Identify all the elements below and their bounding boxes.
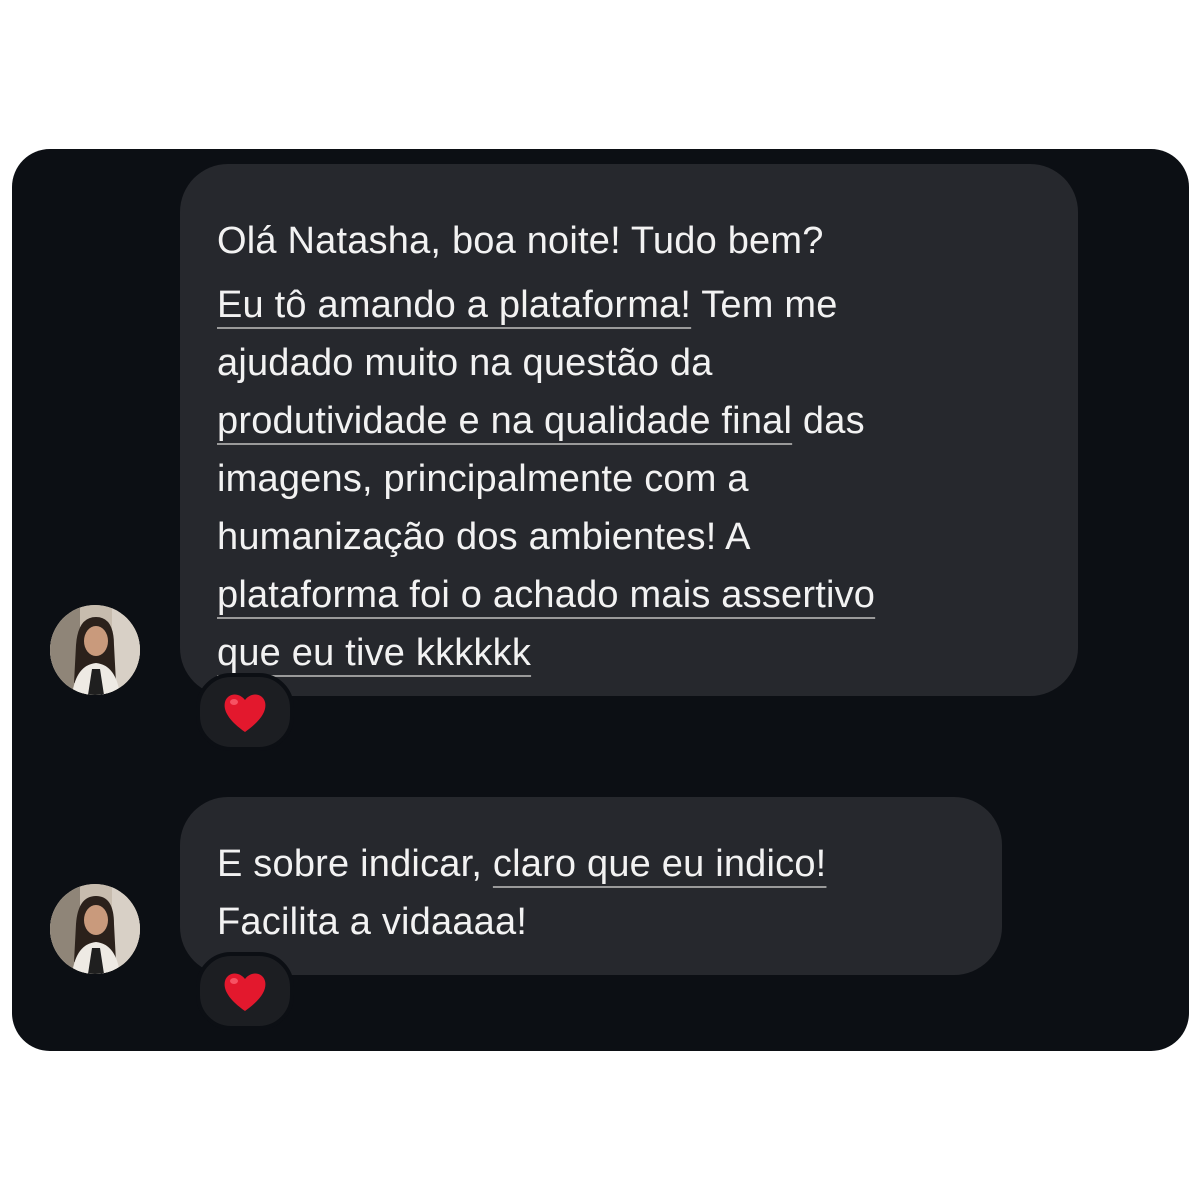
message-line: que eu tive kkkkkk (217, 632, 532, 674)
message-line: imagens, principalmente com a (217, 458, 749, 500)
message-line: plataforma foi o achado mais assertivo (217, 574, 876, 616)
avatar-photo (50, 884, 140, 974)
reaction-badge[interactable] (196, 673, 294, 751)
reaction-badge[interactable] (196, 952, 294, 1030)
message-line: ajudado muito na questão da (217, 342, 713, 384)
message-line: Facilita a vidaaaa! (217, 901, 528, 943)
message-line: humanização dos ambientes! A (217, 516, 751, 558)
red-heart-icon (224, 694, 266, 732)
sender-avatar[interactable] (50, 605, 140, 695)
red-heart-icon (224, 973, 266, 1011)
message-line: Eu tô amando a plataforma! Tem me (217, 284, 838, 326)
message-bubble[interactable]: Olá Natasha, boa noite! Tudo bem? Eu tô … (180, 164, 1078, 696)
message-bubble[interactable]: E sobre indicar, claro que eu indico! Fa… (180, 797, 1002, 975)
message-line: E sobre indicar, claro que eu indico! (217, 843, 827, 885)
message-line: produtividade e na qualidade final das (217, 400, 865, 442)
avatar-photo (50, 605, 140, 695)
sender-avatar[interactable] (50, 884, 140, 974)
message-line: Olá Natasha, boa noite! Tudo bem? (217, 220, 824, 262)
chat-panel: Olá Natasha, boa noite! Tudo bem? Eu tô … (12, 149, 1189, 1051)
